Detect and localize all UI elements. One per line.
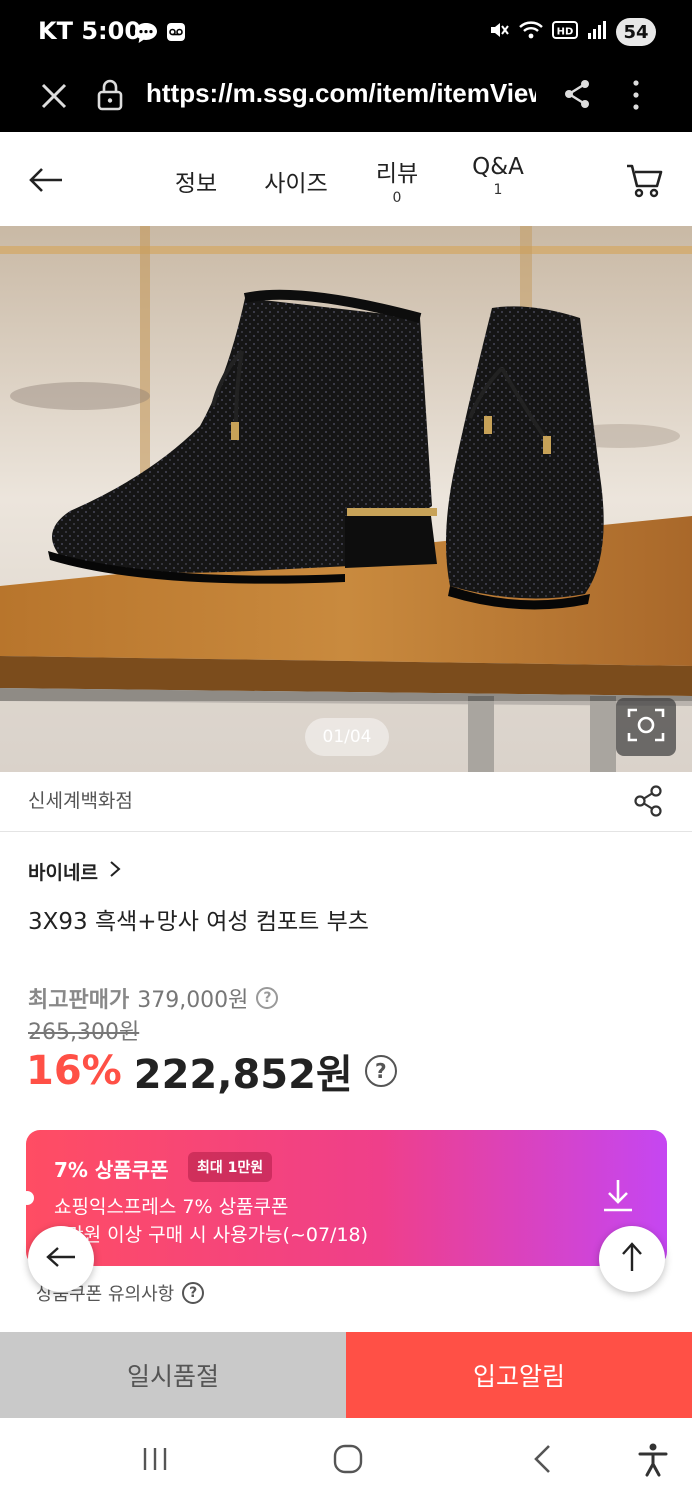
back-arrow-icon[interactable] [26, 160, 66, 204]
status-time: KT 5:00 [38, 17, 142, 45]
tab-review-label: 리뷰 [375, 161, 419, 187]
status-bar: KT 5:00 HD 54 [0, 0, 692, 64]
hd-icon: HD [552, 20, 578, 44]
back-arrow-icon [45, 1245, 77, 1273]
chat-notification-icon [134, 22, 158, 48]
coupon-description: 쇼핑익스프레스 7% 상품쿠폰 [54, 1196, 289, 1218]
accessibility-icon[interactable] [636, 1442, 670, 1482]
max-price-label: 최고판매가 [28, 988, 130, 1013]
tab-qna-count: 1 [493, 182, 503, 198]
product-tab-bar: 정보 사이즈 리뷰 0 Q&A 1 [0, 132, 692, 226]
image-search-button[interactable] [616, 698, 676, 756]
tab-size[interactable]: 사이즈 [260, 164, 332, 198]
browser-toolbar: https://m.ssg.com/item/itemView [0, 64, 692, 132]
product-image[interactable] [0, 226, 692, 772]
tab-info-label: 정보 [174, 171, 218, 197]
help-icon: ? [182, 1282, 205, 1304]
coupon-banner[interactable]: 7% 상품쿠폰 최대 1만원 쇼핑익스프레스 7% 상품쿠폰 1만원 이상 구매… [26, 1130, 667, 1266]
battery-indicator: 54 [616, 18, 656, 46]
scroll-top-button[interactable] [599, 1226, 665, 1292]
url-field[interactable]: https://m.ssg.com/item/itemView [146, 78, 536, 109]
download-icon[interactable] [598, 1176, 638, 1220]
signal-icon [586, 19, 608, 45]
brand-link[interactable]: 바이네르 [28, 858, 122, 885]
help-icon[interactable]: ? [256, 987, 279, 1009]
floating-back-button[interactable] [28, 1226, 94, 1292]
camera-lens-icon [626, 706, 666, 748]
tab-info[interactable]: 정보 [170, 164, 222, 198]
svg-text:HD: HD [557, 27, 574, 38]
coupon-max-badge: 최대 1만원 [188, 1152, 273, 1182]
more-menu-icon[interactable] [628, 78, 644, 116]
coupon-title: 7% 상품쿠폰 [54, 1158, 169, 1182]
store-row: 신세계백화점 [0, 772, 692, 832]
store-name[interactable]: 신세계백화점 [28, 786, 133, 813]
max-price-value: 379,000원 [137, 988, 249, 1013]
soldout-button[interactable]: 일시품절 [0, 1332, 346, 1418]
restock-alert-button[interactable]: 입고알림 [346, 1332, 692, 1418]
sale-price-row: 16% 222,852원 ? [26, 1042, 397, 1100]
boots-photo [0, 226, 692, 772]
tab-qna-label: Q&A [472, 154, 524, 180]
share-icon[interactable] [632, 784, 664, 822]
price-help-icon[interactable]: ? [364, 1055, 397, 1087]
coupon-notch [20, 1191, 34, 1205]
close-icon[interactable] [38, 80, 70, 116]
tab-review[interactable]: 리뷰 0 [370, 154, 424, 206]
chevron-right-icon [108, 860, 122, 883]
share-icon[interactable] [562, 78, 592, 114]
cart-icon[interactable] [624, 160, 664, 204]
tab-size-label: 사이즈 [264, 171, 328, 197]
product-title: 3X93 흑색+망사 여성 컴포트 부츠 [28, 909, 369, 935]
coupon-condition: 1만원 이상 구매 시 사용가능(~07/18) [54, 1224, 369, 1246]
max-price-row: 최고판매가 379,000원 ? [28, 982, 279, 1014]
purchase-action-bar: 일시품절 입고알림 [0, 1332, 692, 1418]
system-navigation-bar [0, 1418, 692, 1500]
system-back-icon[interactable] [528, 1442, 558, 1480]
lock-icon[interactable] [96, 78, 124, 116]
brand-name: 바이네르 [28, 862, 98, 884]
voicemail-icon [166, 22, 186, 46]
sale-price: 222,852원 [133, 1052, 353, 1098]
tab-review-count: 0 [392, 190, 402, 206]
arrow-up-icon [620, 1241, 644, 1277]
mute-icon [488, 19, 510, 45]
discount-percent: 16% [26, 1048, 122, 1094]
recent-apps-icon[interactable] [140, 1442, 170, 1480]
image-pager: 01/04 [305, 718, 389, 756]
home-icon[interactable] [332, 1442, 364, 1480]
wifi-icon [518, 19, 544, 45]
status-indicators: HD 54 [488, 16, 656, 48]
tab-qna[interactable]: Q&A 1 [466, 154, 530, 198]
